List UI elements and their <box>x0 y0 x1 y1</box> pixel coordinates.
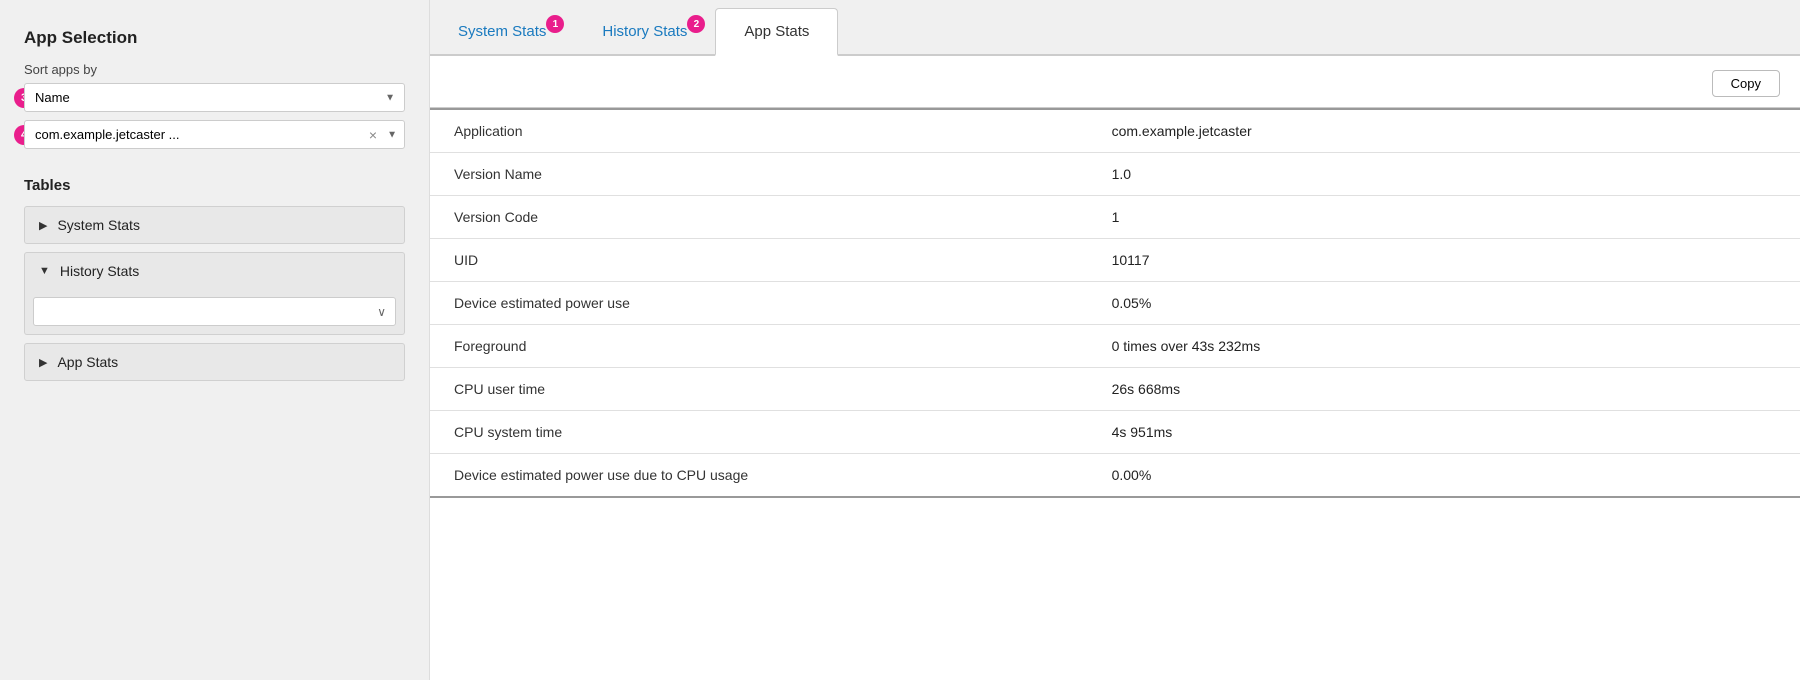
tab-app-stats[interactable]: App Stats <box>715 8 838 56</box>
history-stats-label: History Stats <box>60 263 139 279</box>
tab-history-stats[interactable]: History Stats 2 <box>574 9 715 56</box>
app-select[interactable]: com.example.jetcaster ... <box>24 120 405 149</box>
stat-key: CPU user time <box>430 368 1088 411</box>
tab-history-stats-label: History Stats <box>602 23 687 40</box>
table-item-history-stats[interactable]: ▼ History Stats <box>24 252 405 289</box>
stat-value: com.example.jetcaster <box>1088 109 1800 153</box>
table-row: CPU system time4s 951ms <box>430 411 1800 454</box>
main-content: System Stats 1 History Stats 2 App Stats… <box>430 0 1800 680</box>
system-stats-label: System Stats <box>57 217 139 233</box>
stat-value: 1 <box>1088 196 1800 239</box>
history-stats-select-wrapper <box>33 297 396 326</box>
table-item-app-stats[interactable]: ▶ App Stats <box>24 343 405 381</box>
content-area: Copy Applicationcom.example.jetcasterVer… <box>430 56 1800 680</box>
sort-label: Sort apps by <box>24 62 405 77</box>
sidebar-title: App Selection <box>24 28 405 48</box>
stat-value: 1.0 <box>1088 153 1800 196</box>
stat-key: Device estimated power use <box>430 282 1088 325</box>
tabs-bar: System Stats 1 History Stats 2 App Stats <box>430 0 1800 56</box>
tab-system-stats[interactable]: System Stats 1 <box>430 9 574 56</box>
app-stats-label: App Stats <box>57 354 118 370</box>
tab-app-stats-label: App Stats <box>744 23 809 40</box>
table-row: Device estimated power use0.05% <box>430 282 1800 325</box>
stat-key: Version Name <box>430 153 1088 196</box>
app-stats-arrow-icon: ▶ <box>39 356 47 369</box>
tab-system-stats-badge: 1 <box>546 15 564 33</box>
stat-value: 26s 668ms <box>1088 368 1800 411</box>
stat-value: 10117 <box>1088 239 1800 282</box>
table-item-system-stats[interactable]: ▶ System Stats <box>24 206 405 244</box>
history-stats-arrow-icon: ▼ <box>39 265 50 277</box>
table-row: Device estimated power use due to CPU us… <box>430 454 1800 498</box>
system-stats-arrow-icon: ▶ <box>39 219 47 232</box>
stat-key: Version Code <box>430 196 1088 239</box>
history-stats-expanded <box>24 289 405 335</box>
copy-row: Copy <box>430 56 1800 108</box>
table-row: Version Code1 <box>430 196 1800 239</box>
stat-key: Foreground <box>430 325 1088 368</box>
stat-key: Application <box>430 109 1088 153</box>
table-row: UID10117 <box>430 239 1800 282</box>
sort-select[interactable]: Name Package UID <box>24 83 405 112</box>
stat-value: 0.05% <box>1088 282 1800 325</box>
table-row: CPU user time26s 668ms <box>430 368 1800 411</box>
stats-table: Applicationcom.example.jetcasterVersion … <box>430 108 1800 498</box>
stat-key: UID <box>430 239 1088 282</box>
history-stats-inner-select[interactable] <box>33 297 396 326</box>
table-row: Version Name1.0 <box>430 153 1800 196</box>
stat-key: CPU system time <box>430 411 1088 454</box>
tab-history-stats-badge: 2 <box>687 15 705 33</box>
stat-key: Device estimated power use due to CPU us… <box>430 454 1088 498</box>
table-row: Applicationcom.example.jetcaster <box>430 109 1800 153</box>
tables-title: Tables <box>24 177 405 194</box>
copy-button[interactable]: Copy <box>1712 70 1780 97</box>
tab-system-stats-label: System Stats <box>458 23 546 40</box>
stat-value: 4s 951ms <box>1088 411 1800 454</box>
table-group-app-stats: ▶ App Stats <box>24 343 405 381</box>
sidebar: App Selection Sort apps by 3 Name Packag… <box>0 0 430 680</box>
table-group-system-stats: ▶ System Stats <box>24 206 405 244</box>
stat-value: 0.00% <box>1088 454 1800 498</box>
table-row: Foreground0 times over 43s 232ms <box>430 325 1800 368</box>
stat-value: 0 times over 43s 232ms <box>1088 325 1800 368</box>
table-group-history-stats: ▼ History Stats <box>24 252 405 335</box>
